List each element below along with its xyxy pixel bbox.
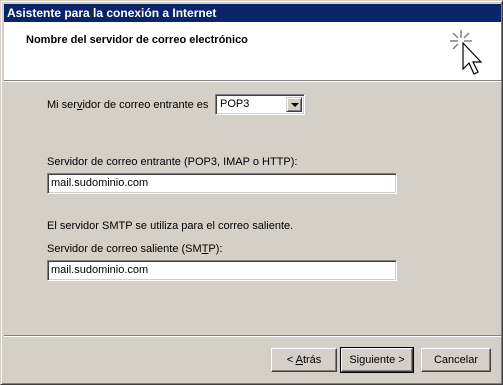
smtp-note: El servidor SMTP se utiliza para el corr…: [47, 220, 294, 232]
header-separator: [4, 80, 501, 82]
dropdown-button[interactable]: [286, 97, 302, 112]
page-title: Nombre del servidor de correo electrónic…: [26, 34, 248, 46]
outgoing-server-field[interactable]: mail.sudominio.com: [47, 260, 397, 281]
incoming-server-label: Servidor de correo entrante (POP3, IMAP …: [47, 156, 298, 168]
footer-separator: [4, 335, 501, 337]
wizard-cursor-icon: [450, 30, 483, 75]
title-bar: Asistente para la conexión a Internet: [4, 4, 501, 22]
incoming-type-value: POP3: [220, 98, 250, 110]
wizard-header: Nombre del servidor de correo electrónic…: [4, 22, 501, 80]
back-button[interactable]: < Atrás: [271, 348, 337, 372]
next-button[interactable]: Siguiente >: [340, 347, 414, 373]
wizard-window: Asistente para la conexión a Internet No…: [0, 0, 503, 385]
chevron-down-icon: [291, 103, 299, 107]
incoming-type-select[interactable]: POP3: [215, 94, 305, 115]
incoming-type-label: Mi servidor de correo entrante es: [47, 99, 209, 111]
cancel-button[interactable]: Cancelar: [421, 348, 491, 372]
outgoing-server-label: Servidor de correo saliente (SMTP):: [47, 243, 223, 255]
incoming-server-field[interactable]: mail.sudominio.com: [47, 173, 397, 194]
window-title: Asistente para la conexión a Internet: [7, 6, 217, 20]
